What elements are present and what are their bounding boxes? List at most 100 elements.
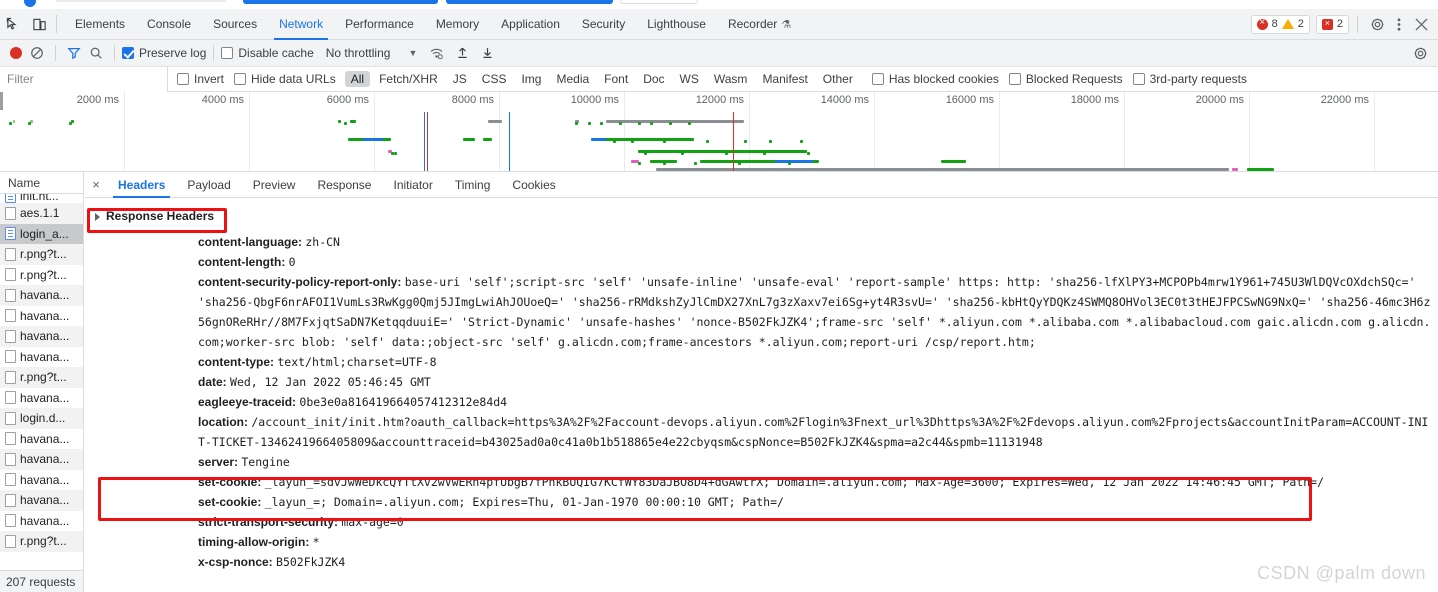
tabbar-divider <box>56 15 57 33</box>
settings-gear-icon[interactable] <box>1366 13 1388 35</box>
request-row[interactable]: havana... <box>0 511 83 532</box>
request-list[interactable]: init.ht... aes.1.1 login_a... r.png?t... r.p… <box>0 194 83 570</box>
preserve-log-checkbox[interactable]: Preserve log <box>122 46 206 60</box>
request-row[interactable]: havana... <box>0 388 83 409</box>
header-row[interactable]: strict-transport-security: max-age=0 <box>85 512 1438 532</box>
request-row[interactable]: login_a... <box>0 223 83 244</box>
request-row[interactable]: havana... <box>0 449 83 470</box>
hide-data-urls-checkbox[interactable]: Hide data URLs <box>234 72 336 86</box>
request-row[interactable]: havana... <box>0 306 83 327</box>
export-har-icon[interactable] <box>481 46 494 60</box>
device-toolbar-icon[interactable] <box>26 11 52 37</box>
tab-security[interactable]: Security <box>571 9 636 40</box>
request-row[interactable]: r.png?t... <box>0 367 83 388</box>
invert-checkbox[interactable]: Invert <box>177 72 224 86</box>
overview-request-bar <box>662 162 666 165</box>
header-row[interactable]: set-cookie: _layun_=; Domain=.aliyun.com… <box>85 492 1438 512</box>
filter-icon[interactable] <box>63 43 85 63</box>
detail-tab-response[interactable]: Response <box>306 172 382 198</box>
header-row[interactable]: server: Tengine <box>85 452 1438 472</box>
header-row[interactable]: x-csp-nonce: B502FkJZK4 <box>85 552 1438 572</box>
chevron-down-icon[interactable]: ▼ <box>408 48 417 58</box>
inspect-element-icon[interactable] <box>0 11 26 37</box>
request-row[interactable]: havana... <box>0 347 83 368</box>
detail-tab-cookies[interactable]: Cookies <box>501 172 566 198</box>
header-row[interactable]: location: /account_init/init.htm?oauth_c… <box>85 412 1438 452</box>
header-row[interactable]: content-security-policy-report-only: bas… <box>85 272 1438 352</box>
request-row[interactable]: havana... <box>0 490 83 511</box>
throttling-select[interactable]: No throttling <box>326 46 391 60</box>
request-row[interactable]: init.ht... <box>0 194 83 203</box>
tab-application[interactable]: Application <box>490 9 571 40</box>
request-row[interactable]: havana... <box>0 470 83 491</box>
request-row[interactable]: login.d... <box>0 408 83 429</box>
type-chip-doc[interactable]: Doc <box>637 71 670 87</box>
type-chip-other[interactable]: Other <box>817 71 859 87</box>
request-row[interactable]: r.png?t... <box>0 531 83 552</box>
detail-tab-initiator[interactable]: Initiator <box>382 172 443 198</box>
header-row[interactable]: timing-allow-origin: * <box>85 532 1438 552</box>
headers-body[interactable]: Response Headers content-language: zh-CN… <box>85 199 1438 592</box>
third-party-requests-checkbox[interactable]: 3rd-party requests <box>1132 72 1247 86</box>
blocked-requests-checkbox[interactable]: Blocked Requests <box>1008 72 1123 86</box>
type-chip-js[interactable]: JS <box>447 71 473 87</box>
header-row[interactable]: content-length: 0 <box>85 252 1438 272</box>
type-chip-ws[interactable]: WS <box>674 71 705 87</box>
console-counts-badge[interactable]: 8 2 <box>1250 14 1310 34</box>
request-row[interactable]: r.png?t... <box>0 244 83 265</box>
type-chip-font[interactable]: Font <box>598 71 634 87</box>
close-devtools-icon[interactable] <box>1410 13 1432 35</box>
response-headers-section-title[interactable]: Response Headers <box>95 209 214 223</box>
request-row[interactable]: havana... <box>0 326 83 347</box>
tab-memory[interactable]: Memory <box>425 9 490 40</box>
request-row[interactable]: r.png?t... <box>0 265 83 286</box>
type-chip-wasm[interactable]: Wasm <box>708 71 754 87</box>
tab-sources[interactable]: Sources <box>202 9 268 40</box>
type-chip-media[interactable]: Media <box>550 71 595 87</box>
search-icon[interactable] <box>85 43 107 63</box>
tab-recorder[interactable]: Recorder ⚗ <box>717 9 802 40</box>
record-button[interactable] <box>6 43 26 63</box>
import-har-icon[interactable] <box>456 46 469 60</box>
issues-badge[interactable]: 2 <box>1315 14 1349 34</box>
header-value: Tengine <box>241 455 290 469</box>
close-detail-icon[interactable]: × <box>85 177 107 192</box>
tab-network[interactable]: Network <box>268 9 334 40</box>
detail-tab-preview[interactable]: Preview <box>242 172 307 198</box>
header-row[interactable]: date: Wed, 12 Jan 2022 05:46:45 GMT <box>85 372 1438 392</box>
network-overview-timeline[interactable]: 2000 ms 4000 ms 6000 ms 8000 ms 10000 ms 1200… <box>0 92 1438 172</box>
more-options-kebab-icon[interactable] <box>1388 13 1410 35</box>
header-row[interactable]: content-type: text/html;charset=UTF-8 <box>85 352 1438 372</box>
type-chip-css[interactable]: CSS <box>476 71 513 87</box>
switch-devtools-chinese-button[interactable]: Switch DevTools to Chinese <box>446 0 613 4</box>
always-match-language-button[interactable]: Always match Chrome's language <box>243 0 438 4</box>
tab-console[interactable]: Console <box>136 9 202 40</box>
detail-tab-payload[interactable]: Payload <box>176 172 241 198</box>
overview-request-bar <box>12 120 15 123</box>
header-row[interactable]: eagleeye-traceid: 0be3e0a816419664057412… <box>85 392 1438 412</box>
clear-button[interactable] <box>26 43 48 63</box>
type-chip-img[interactable]: Img <box>515 71 547 87</box>
network-settings-gear-icon[interactable] <box>1409 42 1431 64</box>
dont-show-again-button[interactable]: Don't show again <box>620 0 698 4</box>
detail-tab-timing[interactable]: Timing <box>444 172 502 198</box>
type-chip-fetchxhr[interactable]: Fetch/XHR <box>373 71 444 87</box>
request-row[interactable]: havana... <box>0 429 83 450</box>
type-chip-manifest[interactable]: Manifest <box>756 71 813 87</box>
type-chip-all[interactable]: All <box>344 71 371 87</box>
overview-request-bar <box>337 120 342 123</box>
request-row[interactable]: aes.1.1 <box>0 203 83 224</box>
header-row[interactable]: set-cookie: _layun_=sdvJwWeDkcQYTtXv2wVw… <box>85 472 1438 492</box>
tab-elements[interactable]: Elements <box>64 9 136 40</box>
disable-cache-checkbox[interactable]: Disable cache <box>221 46 314 60</box>
tab-lighthouse[interactable]: Lighthouse <box>636 9 717 40</box>
tab-performance[interactable]: Performance <box>334 9 425 40</box>
network-conditions-icon[interactable] <box>429 46 444 60</box>
header-key: location: <box>198 415 252 429</box>
detail-tab-headers[interactable]: Headers <box>107 172 176 198</box>
request-row[interactable]: havana... <box>0 285 83 306</box>
has-blocked-cookies-checkbox[interactable]: Has blocked cookies <box>871 72 999 86</box>
header-row[interactable]: content-language: zh-CN <box>85 232 1438 252</box>
column-header-name[interactable]: Name <box>0 172 83 194</box>
filter-input[interactable] <box>0 66 168 92</box>
